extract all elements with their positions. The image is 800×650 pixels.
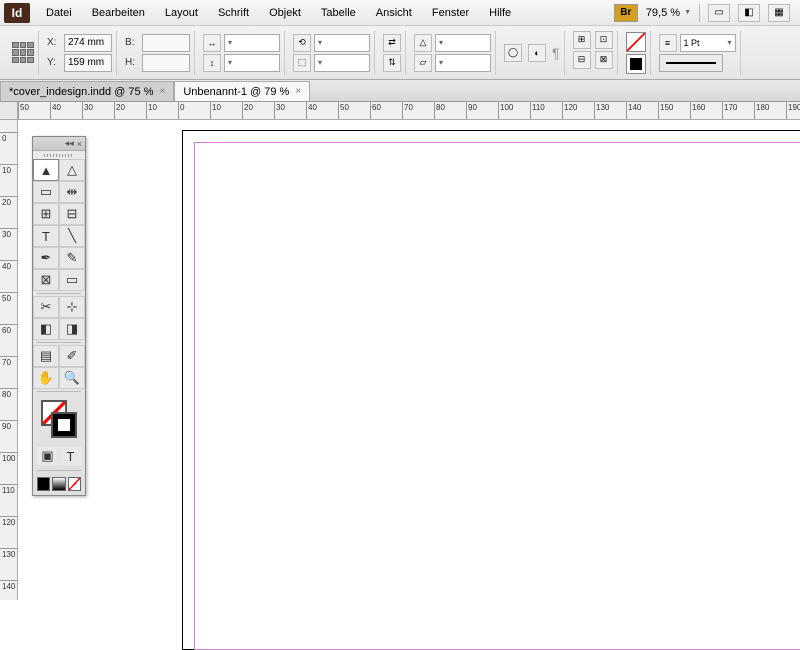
note-tool[interactable]: ▤ [33,345,59,367]
gradient-feather-tool[interactable]: ◨ [59,318,85,340]
stroke-swatch[interactable] [626,54,646,74]
scale-x-input[interactable] [224,34,280,52]
page-margin-guide [194,142,800,650]
fill-stroke-swatch[interactable] [33,394,85,444]
direct-selection-tool[interactable]: △ [59,159,85,181]
bridge-button[interactable]: Br [614,4,638,22]
panel-grip[interactable] [33,151,85,159]
pen-tool[interactable]: ✒ [33,247,59,269]
close-panel-icon[interactable]: × [77,139,82,149]
pathfinder-icon-2[interactable]: ◐ [528,44,546,62]
stroke-style-dropdown[interactable] [659,54,723,72]
zoom-tool[interactable]: 🔍 [59,367,85,389]
h-label: H: [125,57,139,68]
scale-x-icon: ↔ [203,34,221,52]
formatting-text-icon[interactable]: T [60,447,82,465]
reference-point[interactable] [12,42,34,64]
distribute-icon-1[interactable]: ⊡ [595,31,613,49]
menu-tabelle[interactable]: Tabelle [311,3,366,23]
menu-layout[interactable]: Layout [155,3,208,23]
x-input[interactable] [64,34,112,52]
pencil-tool[interactable]: ✎ [59,247,85,269]
type-tool[interactable]: T [33,225,59,247]
horizontal-ruler[interactable]: 5040302010010203040506070809010011012013… [0,102,800,120]
y-input[interactable] [64,54,112,72]
free-transform-tool[interactable]: ⊹ [59,296,85,318]
flip-h-icon[interactable]: ⇄ [383,34,401,52]
shear-input[interactable] [314,54,370,72]
workspace-icon[interactable]: ▦ [768,4,790,22]
align-icon-2[interactable]: ⊟ [573,51,591,69]
apply-none-icon[interactable] [68,477,81,491]
angle-input[interactable] [435,34,491,52]
canvas[interactable] [18,120,800,600]
flip-v-icon[interactable]: ⇅ [383,54,401,72]
vertical-ruler[interactable]: 0102030405060708090100110120130140 [0,120,18,600]
control-panel: X: Y: B: H: ↔ ↕ ⟲ ⬚ ⇄ ⇅ △ ▱ ◯ ◐ ¶ ⊞ ⊟ ⊡ … [0,26,800,80]
align-icon-1[interactable]: ⊞ [573,31,591,49]
menu-hilfe[interactable]: Hilfe [479,3,521,23]
hand-tool[interactable]: ✋ [33,367,59,389]
y-label: Y: [47,57,61,68]
pathfinder-icon[interactable]: ◯ [504,44,522,62]
stroke-color[interactable] [51,412,77,438]
doc-tab-2[interactable]: Unbenannt-1 @ 79 %× [174,81,310,101]
panel-header[interactable]: ◂◂× [33,137,85,151]
close-icon[interactable]: × [159,86,165,97]
shear-angle-icon: ▱ [414,54,432,72]
scissors-tool[interactable]: ✂ [33,296,59,318]
height-input[interactable] [142,54,190,72]
apply-color-icon[interactable] [37,477,50,491]
stroke-weight-icon: ≡ [659,34,677,52]
width-input[interactable] [142,34,190,52]
menu-ansicht[interactable]: Ansicht [366,3,422,23]
menu-bar: Id Datei Bearbeiten Layout Schrift Objek… [0,0,800,26]
formatting-container-icon[interactable]: ▣ [37,447,59,465]
gap-tool[interactable]: ⇹ [59,181,85,203]
app-logo: Id [4,3,30,23]
menu-datei[interactable]: Datei [36,3,82,23]
doc-tab-1[interactable]: *cover_indesign.indd @ 75 %× [0,81,174,101]
shear-icon: ⬚ [293,54,311,72]
apply-gradient-icon[interactable] [52,477,65,491]
ruler-origin[interactable] [0,102,18,120]
x-label: X: [47,37,61,48]
eyedropper-tool[interactable]: ✐ [59,345,85,367]
workspace: 0102030405060708090100110120130140 [0,120,800,600]
menu-fenster[interactable]: Fenster [422,3,479,23]
content-collector-tool[interactable]: ⊞ [33,203,59,225]
scale-y-icon: ↕ [203,54,221,72]
page-tool[interactable]: ▭ [33,181,59,203]
view-mode-icon[interactable]: ▭ [708,4,730,22]
stroke-weight-input[interactable]: 1 Pt [680,34,736,52]
w-label: B: [125,37,139,48]
zoom-dropdown[interactable]: 79,5 % [646,7,691,19]
distribute-icon-2[interactable]: ⊠ [595,51,613,69]
gradient-swatch-tool[interactable]: ◧ [33,318,59,340]
line-tool[interactable]: ╲ [59,225,85,247]
rotate-input[interactable] [314,34,370,52]
scale-y-input[interactable] [224,54,280,72]
paragraph-style-icon[interactable]: ¶ [552,45,560,61]
screen-mode-icon[interactable]: ◧ [738,4,760,22]
rectangle-tool[interactable]: ▭ [59,269,85,291]
close-icon[interactable]: × [295,86,301,97]
rotate-angle-icon: △ [414,34,432,52]
menu-bearbeiten[interactable]: Bearbeiten [82,3,155,23]
selection-tool[interactable]: ▲ [33,159,59,181]
content-placer-tool[interactable]: ⊟ [59,203,85,225]
collapse-icon[interactable]: ◂◂ [65,138,74,149]
tools-panel: ◂◂× ▲ △ ▭ ⇹ ⊞ ⊟ T ╲ ✒ ✎ ⊠ ▭ ✂ ⊹ ◧ ◨ ▤ ✐ … [32,136,86,496]
menu-schrift[interactable]: Schrift [208,3,259,23]
menu-objekt[interactable]: Objekt [259,3,311,23]
rotate-icon: ⟲ [293,34,311,52]
shear-angle-input[interactable] [435,54,491,72]
document-tabs: *cover_indesign.indd @ 75 %× Unbenannt-1… [0,80,800,102]
fill-swatch[interactable] [626,32,646,52]
rectangle-frame-tool[interactable]: ⊠ [33,269,59,291]
